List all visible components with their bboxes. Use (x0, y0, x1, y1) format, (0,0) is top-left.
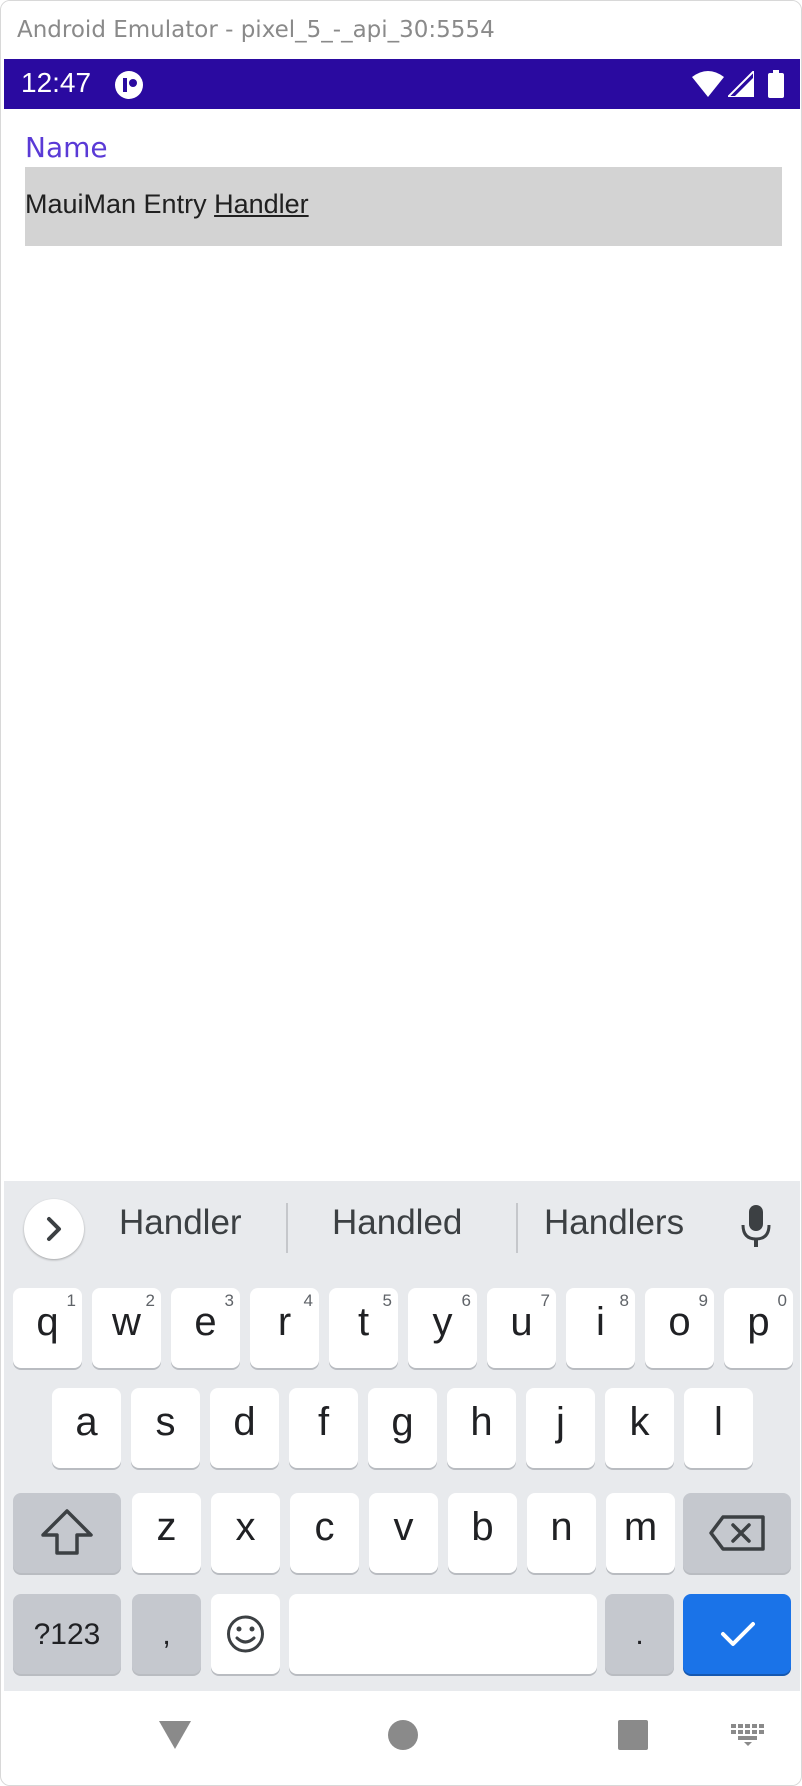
key-t[interactable]: t5 (329, 1288, 398, 1368)
suggestion-divider (516, 1203, 518, 1253)
key-a[interactable]: a (52, 1388, 121, 1468)
key-letter: g (391, 1400, 414, 1444)
key-letter: s (155, 1400, 176, 1444)
comma-key[interactable]: , (132, 1594, 201, 1674)
status-time: 12:47 (21, 67, 92, 98)
key-l[interactable]: l (684, 1388, 753, 1468)
key-e[interactable]: e3 (171, 1288, 240, 1368)
window-title: Android Emulator - pixel_5_-_api_30:5554 (17, 17, 495, 43)
symbols-key[interactable]: ?123 (13, 1594, 121, 1674)
battery-icon (768, 70, 784, 98)
key-m[interactable]: m (606, 1493, 675, 1573)
comma-key-label: , (162, 1618, 171, 1651)
key-letter: v (393, 1505, 414, 1549)
key-number-hint: 1 (66, 1291, 76, 1310)
entry-text-plain: MauiMan Entry (25, 189, 215, 219)
suggestion-1[interactable]: Handler (119, 1203, 242, 1243)
key-letter: h (470, 1400, 493, 1444)
backspace-icon (709, 1515, 765, 1551)
key-number-hint: 6 (461, 1291, 471, 1310)
emulator-window: Android Emulator - pixel_5_-_api_30:5554… (0, 0, 802, 1786)
key-g[interactable]: g (368, 1388, 437, 1468)
key-p[interactable]: p0 (724, 1288, 793, 1368)
app-content: Name MauiMan Entry Handler (4, 109, 800, 1181)
key-n[interactable]: n (527, 1493, 596, 1573)
key-letter: b (471, 1505, 494, 1549)
name-entry[interactable]: MauiMan Entry Handler (25, 167, 782, 246)
android-nav-bar (4, 1691, 800, 1785)
key-f[interactable]: f (289, 1388, 358, 1468)
emoji-icon (227, 1615, 264, 1653)
key-letter: f (317, 1400, 330, 1444)
checkmark-icon (721, 1622, 755, 1646)
chevron-right-icon (47, 1217, 61, 1241)
key-x[interactable]: x (211, 1493, 280, 1573)
symbols-key-label: ?123 (33, 1618, 101, 1651)
period-key[interactable]: . (605, 1594, 674, 1674)
suggestion-bar: Handler Handled Handlers (4, 1181, 800, 1277)
keyboard-switch-icon[interactable] (731, 1724, 765, 1746)
key-c[interactable]: c (290, 1493, 359, 1573)
name-label: Name (25, 131, 108, 164)
android-status-bar: 12:47 (4, 59, 800, 109)
key-i[interactable]: i8 (566, 1288, 635, 1368)
key-v[interactable]: v (369, 1493, 438, 1573)
recents-square-icon[interactable] (617, 1719, 649, 1751)
key-letter: k (629, 1400, 650, 1444)
window-titlebar: Android Emulator - pixel_5_-_api_30:5554 (1, 1, 801, 59)
key-o[interactable]: o9 (645, 1288, 714, 1368)
suggestion-divider (286, 1203, 288, 1253)
wifi-icon (692, 71, 724, 97)
key-letter: c (314, 1505, 335, 1549)
key-letter: z (156, 1505, 177, 1549)
key-z[interactable]: z (132, 1493, 201, 1573)
key-number-hint: 8 (619, 1291, 629, 1310)
key-j[interactable]: j (526, 1388, 595, 1468)
microphone-icon[interactable] (739, 1203, 773, 1251)
period-key-label: . (635, 1618, 644, 1651)
expand-toolbar-button[interactable] (24, 1199, 84, 1259)
key-s[interactable]: s (131, 1388, 200, 1468)
key-number-hint: 9 (698, 1291, 708, 1310)
key-number-hint: 0 (777, 1291, 787, 1310)
cell-signal-icon (728, 71, 754, 97)
done-key[interactable] (683, 1594, 791, 1674)
key-number-hint: 3 (224, 1291, 234, 1310)
shift-arrow-icon (41, 1509, 93, 1555)
key-letter: j (556, 1400, 565, 1444)
emoji-key[interactable] (211, 1594, 280, 1674)
key-k[interactable]: k (605, 1388, 674, 1468)
key-letter: x (235, 1505, 256, 1549)
key-letter: n (550, 1505, 573, 1549)
key-number-hint: 5 (382, 1291, 392, 1310)
key-b[interactable]: b (448, 1493, 517, 1573)
key-number-hint: 4 (303, 1291, 313, 1310)
back-triangle-icon[interactable] (155, 1715, 195, 1755)
key-u[interactable]: u7 (487, 1288, 556, 1368)
app-notification-icon (115, 71, 143, 99)
entry-text: MauiMan Entry Handler (25, 189, 309, 220)
key-letter: m (623, 1505, 658, 1549)
key-letter: a (75, 1400, 98, 1444)
suggestion-2[interactable]: Handled (332, 1203, 462, 1243)
shift-key[interactable] (13, 1493, 121, 1573)
space-key[interactable] (289, 1594, 597, 1674)
key-q[interactable]: q1 (13, 1288, 82, 1368)
key-y[interactable]: y6 (408, 1288, 477, 1368)
key-letter: d (233, 1400, 256, 1444)
entry-text-composing: Handler (214, 189, 309, 219)
key-d[interactable]: d (210, 1388, 279, 1468)
key-letter: l (714, 1400, 723, 1444)
key-number-hint: 2 (145, 1291, 155, 1310)
backspace-key[interactable] (683, 1493, 791, 1573)
soft-keyboard: Handler Handled Handlers q1w2e3r4t5y6u7i… (4, 1181, 800, 1691)
key-h[interactable]: h (447, 1388, 516, 1468)
key-r[interactable]: r4 (250, 1288, 319, 1368)
key-number-hint: 7 (540, 1291, 550, 1310)
home-circle-icon[interactable] (387, 1719, 419, 1751)
suggestion-3[interactable]: Handlers (544, 1203, 684, 1243)
key-w[interactable]: w2 (92, 1288, 161, 1368)
